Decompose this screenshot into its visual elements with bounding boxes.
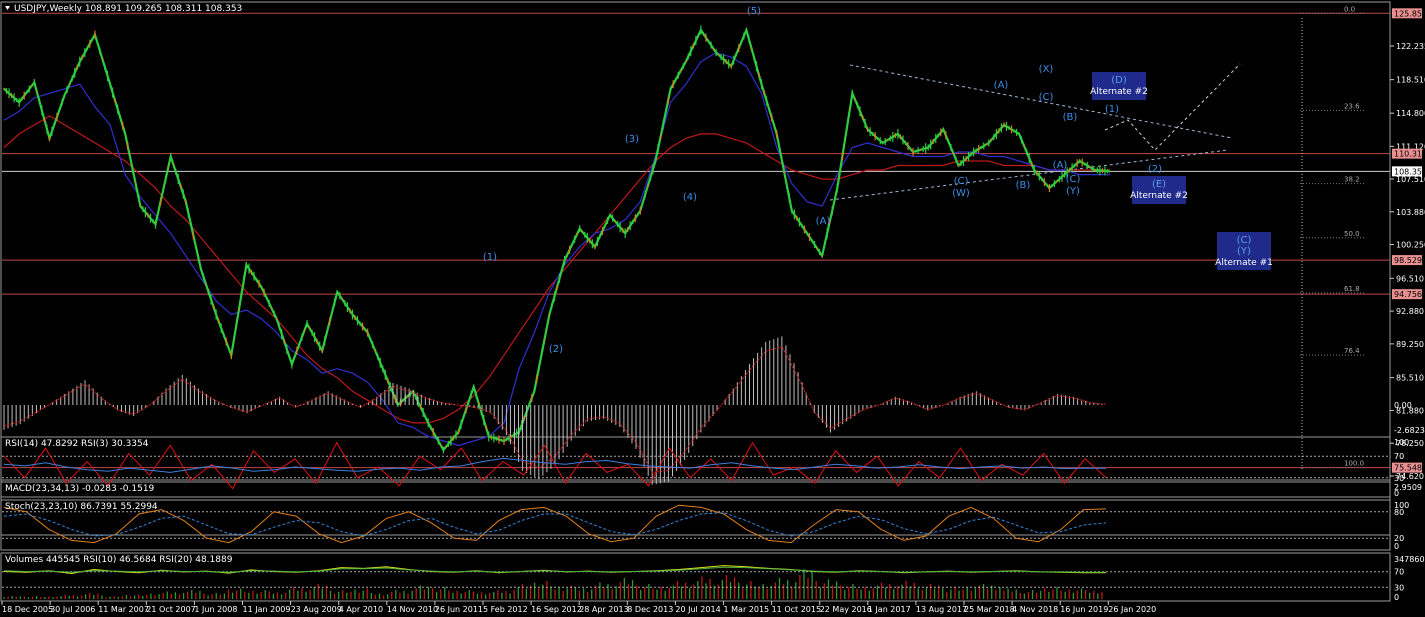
price-tag-label: 98.529 — [1394, 256, 1422, 265]
price-tag-label: 75.548 — [1394, 464, 1422, 473]
x-tick-label: 8 Dec 2013 — [627, 605, 673, 614]
wave-label: (5) — [747, 6, 761, 17]
indicator-tick-label: 0 — [1394, 489, 1399, 498]
price-title: USDJPY,Weekly 108.891 109.265 108.311 10… — [14, 4, 242, 14]
y-tick-label: 122.235 — [1396, 42, 1425, 51]
fib-label: 23.6 — [1344, 102, 1360, 110]
wave-label: (2) — [1148, 164, 1162, 175]
stoch-title: Stoch(23,23,10) 86.7391 55.2994 — [5, 502, 158, 512]
x-tick-label: 22 May 2016 — [820, 605, 872, 614]
fib-label: 0.0 — [1344, 5, 1355, 13]
indicator-tick-label: 0 — [1394, 542, 1399, 551]
wave-label: (1) — [483, 252, 497, 263]
indicator-tick-label: 30 — [1394, 474, 1404, 483]
wave-label: (C) — [1066, 174, 1081, 185]
wave-label: (A) — [816, 216, 831, 227]
x-tick-label: 16 Sep 2012 — [531, 605, 582, 614]
wave-label: (W) — [952, 188, 970, 199]
annotation-line: Alternate #1 — [1215, 258, 1273, 268]
x-tick-label: 1 Jun 2008 — [194, 605, 237, 614]
x-tick-label: 20 Jul 2014 — [675, 605, 720, 614]
y-tick-label: 100.250 — [1396, 241, 1425, 250]
indicator-tick-label: 0 — [1394, 593, 1399, 602]
y-tick-label: 118.510 — [1396, 76, 1425, 85]
x-tick-label: 1 Jan 2017 — [868, 605, 911, 614]
annotation-line: Alternate #2 — [1130, 191, 1188, 201]
x-tick-label: 21 Oct 2007 — [146, 605, 195, 614]
y-tick-label: 103.880 — [1396, 208, 1425, 217]
indicator-tick-label: 30 — [1394, 583, 1404, 592]
fib-label: 50.0 — [1344, 230, 1360, 238]
fib-label: 76.4 — [1344, 347, 1360, 355]
wave-label: (A) — [994, 80, 1009, 91]
y-tick-label: 89.250 — [1396, 340, 1424, 349]
x-tick-label: 26 Jan 2020 — [1108, 605, 1156, 614]
wave-label: (X) — [1039, 64, 1054, 75]
wave-label: (2) — [549, 344, 563, 355]
x-tick-label: 18 Dec 2005 — [2, 605, 53, 614]
wave-label: (B) — [1063, 112, 1078, 123]
wave-label: (C) — [954, 176, 969, 187]
indicator-tick-label: 70 — [1394, 568, 1404, 577]
wave-label: (Y) — [1066, 186, 1080, 197]
indicator-tick-label: -2.6823 — [1394, 426, 1425, 435]
price-tag-label: 110.315 — [1394, 150, 1425, 159]
indicator-tick-label: 100 — [1394, 438, 1409, 447]
x-tick-label: 16 Jun 2019 — [1060, 605, 1108, 614]
x-tick-label: 25 Mar 2018 — [964, 605, 1015, 614]
annotation-line: (D) — [1111, 75, 1127, 86]
price-tag-label: 108.353 — [1394, 167, 1425, 176]
wave-label: (4) — [683, 192, 697, 203]
wave-label: (C) — [1039, 92, 1054, 103]
annotation-line: Alternate #2 — [1090, 87, 1148, 97]
price-tag-label: 94.756 — [1394, 290, 1422, 299]
fib-label: 38.2 — [1344, 176, 1360, 184]
x-tick-label: 28 Apr 2013 — [579, 605, 628, 614]
annotation-line: (E) — [1152, 179, 1166, 190]
chart-canvas: 122.235118.510114.800111.120107.510103.8… — [0, 0, 1425, 617]
wave-label: (1) — [1105, 104, 1119, 115]
y-tick-label: 114.800 — [1396, 109, 1425, 118]
x-tick-label: 5 Feb 2012 — [483, 605, 528, 614]
x-tick-label: 11 Mar 2007 — [98, 605, 149, 614]
x-tick-label: 26 Jun 2011 — [435, 605, 483, 614]
x-tick-label: 13 Aug 2017 — [916, 605, 967, 614]
indicator-tick-label: 80 — [1394, 508, 1404, 517]
indicator-tick-label: 3478600 — [1394, 555, 1425, 564]
volume-title: Volumes 445545 RSI(10) 46.5684 RSI(20) 4… — [5, 555, 233, 565]
y-tick-label: 96.510 — [1396, 274, 1424, 283]
x-tick-label: 23 Aug 2009 — [291, 605, 342, 614]
x-tick-label: 11 Oct 2015 — [772, 605, 821, 614]
x-tick-label: 14 Nov 2010 — [387, 605, 438, 614]
wave-label: (3) — [625, 134, 639, 145]
x-tick-label: 1 Mar 2015 — [724, 605, 770, 614]
indicator-tick-label: 70 — [1394, 452, 1404, 461]
annotation-line: (C) — [1237, 235, 1252, 246]
x-tick-label: 4 Nov 2018 — [1012, 605, 1058, 614]
y-tick-label: 92.880 — [1396, 307, 1424, 316]
x-tick-label: 30 Jul 2006 — [50, 605, 95, 614]
x-tick-label: 4 Apr 2010 — [339, 605, 383, 614]
y-tick-label: 85.510 — [1396, 374, 1424, 383]
fib-label: 100.0 — [1344, 460, 1364, 468]
annotation-line: (Y) — [1237, 246, 1251, 257]
fib-label: 61.8 — [1344, 285, 1360, 293]
indicator-tick-label: 0.00 — [1394, 401, 1412, 410]
price-tag-label: 125.855 — [1394, 9, 1425, 18]
wave-label: (B) — [1016, 180, 1031, 191]
rsi-title: RSI(14) 47.8292 RSI(3) 30.3354 — [5, 439, 149, 449]
x-tick-label: 11 Jan 2009 — [243, 605, 291, 614]
wave-label: (A) — [1053, 160, 1068, 171]
macd-title: MACD(23,34,13) -0.0283 -0.1519 — [5, 484, 155, 494]
